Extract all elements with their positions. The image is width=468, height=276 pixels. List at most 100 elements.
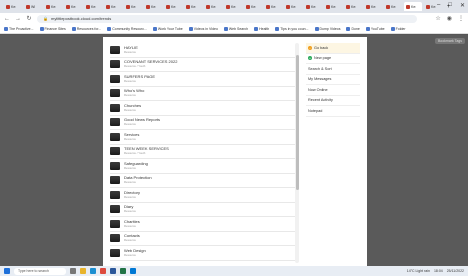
reload-icon[interactable]: ↻: [26, 15, 32, 22]
scroll-thumb[interactable]: [295, 55, 299, 190]
bookmark-item[interactable]: Work Your Tube: [152, 26, 183, 31]
browser-tab[interactable]: Wi: [24, 2, 42, 11]
menu-item[interactable]: Notepad: [306, 106, 360, 117]
browser-tab[interactable]: Ke:: [164, 2, 182, 11]
list-item[interactable]: Charities Resource: [110, 217, 295, 232]
bookmark-item[interactable]: Community Resourc...: [107, 26, 147, 31]
list-item[interactable]: Contacts Resource: [110, 232, 295, 246]
browser-tab[interactable]: Ke:: [224, 2, 242, 11]
browser-tab[interactable]: Ke:: [44, 2, 62, 11]
more-icon[interactable]: ⋮: [458, 15, 464, 22]
list-item[interactable]: Churches Resource: [110, 101, 295, 116]
bookmark-item[interactable]: Resources for...: [71, 26, 101, 31]
bookmark-item[interactable]: Health: [254, 26, 269, 31]
excel-icon[interactable]: [120, 268, 126, 274]
bookmark-item[interactable]: Finance Sites: [39, 26, 66, 31]
menu-item[interactable]: ‹ Go back: [306, 43, 360, 54]
list-item[interactable]: Good News Reports Resource: [110, 116, 295, 130]
windows-start-icon[interactable]: [4, 268, 10, 274]
tab-label: Ke:: [411, 4, 417, 9]
browser-tab[interactable]: Ke:: [344, 2, 362, 11]
browser-tab[interactable]: Ke:: [384, 2, 402, 11]
list-item[interactable]: SURFERS PAGE Resource: [110, 72, 295, 87]
list-item[interactable]: HAYLIE Resource: [110, 43, 295, 58]
list-item[interactable]: Web Design Resource: [110, 246, 295, 261]
list-scrollbar[interactable]: [295, 43, 299, 263]
browser-tab[interactable]: Ke:: [204, 2, 222, 11]
minimize-icon[interactable]: –: [437, 2, 440, 9]
mail-icon[interactable]: [130, 268, 136, 274]
bookmark-item[interactable]: Folder: [390, 26, 406, 31]
bookmark-item[interactable]: The Proactive...: [4, 26, 34, 31]
maximize-icon[interactable]: □: [448, 2, 452, 9]
task-view-icon[interactable]: [70, 268, 76, 274]
list-item-text: Services Resource: [124, 132, 139, 141]
tab-label: Ke:: [51, 4, 57, 9]
word-icon[interactable]: [110, 268, 116, 274]
browser-tab[interactable]: Ke:: [4, 2, 22, 11]
browser-tab[interactable]: Ke:: [404, 2, 422, 11]
clock-time[interactable]: 18:04: [434, 269, 443, 273]
item-thumbnail: [110, 89, 120, 98]
taskbar-search-input[interactable]: Type here to search: [14, 267, 66, 275]
browser-tab[interactable]: Ke:: [64, 2, 82, 11]
url-field[interactable]: 🔒 mylittlepostbook.cloud.com/trends: [37, 14, 417, 23]
tab-favicon-icon: [146, 4, 150, 9]
bookmark-item[interactable]: Done: [346, 26, 360, 31]
bookmark-item[interactable]: YouTube: [365, 26, 385, 31]
list-item[interactable]: COVENANT SERVICES 2022 Resource / Youth: [110, 58, 295, 72]
browser-tab[interactable]: Ke:: [304, 2, 322, 11]
forward-icon[interactable]: →: [15, 16, 21, 22]
tab-favicon-icon: [386, 4, 390, 9]
list-item[interactable]: Services Resource: [110, 130, 295, 145]
list-item-text: Good News Reports Resource: [124, 118, 160, 126]
list-item-subtitle: Resource: [124, 165, 136, 170]
menu-item[interactable]: Search & Sort: [306, 64, 360, 75]
bookmark-item[interactable]: Dump Videos: [314, 26, 340, 31]
star-icon[interactable]: ☆: [435, 15, 440, 22]
browser-tab[interactable]: Ke:: [324, 2, 342, 11]
list-item-text: COVENANT SERVICES 2022 Resource / Youth: [124, 60, 177, 68]
menu-item[interactable]: + New page: [306, 54, 360, 64]
window-controls: – □ ✕: [437, 2, 465, 9]
weather-text[interactable]: 14°C Light rain: [407, 269, 430, 273]
back-icon[interactable]: ←: [4, 16, 10, 22]
tab-label: Ke:: [371, 4, 377, 9]
tab-favicon-icon: [46, 4, 50, 9]
list-item[interactable]: Data Protection Resource: [110, 174, 295, 188]
edge-icon[interactable]: [90, 268, 96, 274]
menu-item[interactable]: Recent Activity: [306, 96, 360, 106]
list-item[interactable]: Directory Resource: [110, 188, 295, 203]
browser-tab[interactable]: Ke:: [84, 2, 102, 11]
list-item[interactable]: Diary Resource: [110, 203, 295, 217]
browser-tab[interactable]: Ke:: [184, 2, 202, 11]
browser-tab[interactable]: Ke:: [364, 2, 382, 11]
bookmark-item[interactable]: Web Search: [223, 26, 248, 31]
browser-tab[interactable]: Ke:: [264, 2, 282, 11]
list-item-subtitle: Resource: [124, 238, 136, 243]
menu-item[interactable]: My Messages: [306, 75, 360, 85]
browser-tab[interactable]: Ke:: [284, 2, 302, 11]
tab-label: Ke:: [131, 4, 137, 9]
chrome-icon[interactable]: [100, 268, 106, 274]
menu-item-label: Search & Sort: [308, 66, 332, 71]
browser-tab[interactable]: Ke:: [244, 2, 262, 11]
list-item[interactable]: Who's Who Resource: [110, 87, 295, 101]
list-item-subtitle: Resource: [124, 194, 136, 199]
list-item-text: Charities Resource: [124, 219, 140, 228]
menu-item[interactable]: Now Online: [306, 85, 360, 96]
bookmark-item[interactable]: Videos in Video: [188, 26, 218, 31]
list-item[interactable]: TEEN WEEK SERVICES Resource / Youth: [110, 145, 295, 159]
browser-tab[interactable]: Ke:: [104, 2, 122, 11]
close-icon[interactable]: ✕: [460, 2, 465, 9]
clock-date[interactable]: 25/11/2022: [447, 269, 464, 273]
profile-icon[interactable]: ◉: [447, 15, 452, 22]
menu-item-label: Recent Activity: [308, 98, 333, 103]
bookmark-item[interactable]: Tips in you coun...: [275, 26, 309, 31]
tab-label: Ke:: [211, 4, 217, 9]
browser-tab[interactable]: Ke:: [124, 2, 142, 11]
browser-tab[interactable]: Ke:: [144, 2, 162, 11]
file-explorer-icon[interactable]: [80, 268, 86, 274]
list-item[interactable]: Safeguarding Resource: [110, 159, 295, 174]
bookmark-favicon-icon: [254, 26, 259, 31]
